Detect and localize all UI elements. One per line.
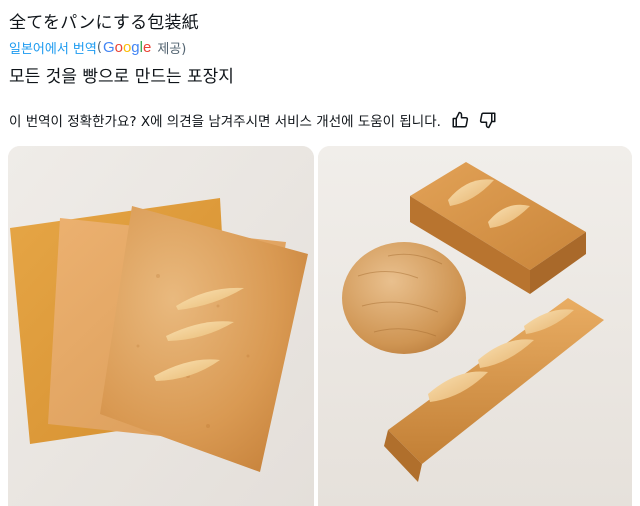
paren-open: ( (96, 40, 102, 55)
translation-attribution: 일본어에서 번역 ( Google 제공) (9, 38, 186, 57)
thumbs-up-icon[interactable] (451, 111, 469, 129)
wrapping-paper-illustration (8, 146, 314, 506)
original-post-text: 全てをパンにする包装紙 (9, 13, 199, 33)
wrapped-bread-illustration (318, 146, 632, 506)
translation-feedback: 이 번역이 정확한가요? X에 의견을 남겨주시면 서비스 개선에 도움이 됩니… (9, 110, 497, 130)
google-logo: Google (102, 39, 152, 56)
bread-wrapped-objects-image[interactable] (318, 146, 632, 506)
feedback-question: 이 번역이 정확한가요? X에 의견을 남겨주시면 서비스 개선에 도움이 됩니… (9, 114, 441, 130)
provided-label: 제공) (157, 42, 187, 57)
translated-post-text: 모든 것을 빵으로 만드는 포장지 (9, 67, 234, 87)
translated-from-link[interactable]: 일본어에서 번역 (9, 38, 97, 57)
wrapping-paper-sheets-image[interactable] (8, 146, 314, 506)
thumbs-down-icon[interactable] (479, 111, 497, 129)
